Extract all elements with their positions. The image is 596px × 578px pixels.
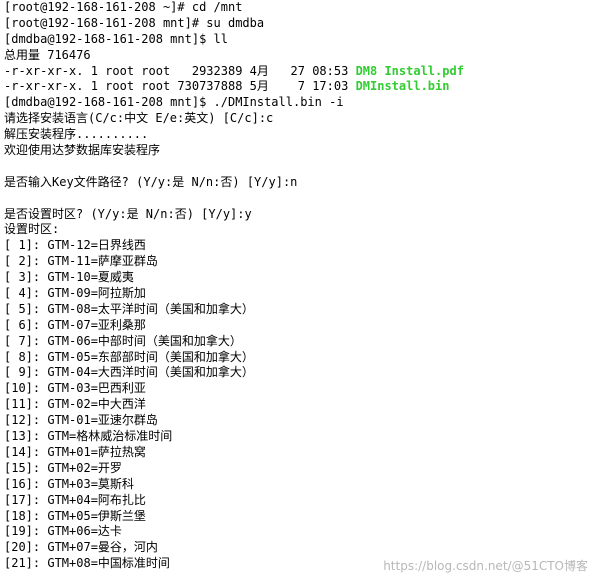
watermark: https://blog.csdn.net/@51CTO博客 <box>383 559 588 573</box>
terminal-line: [15]: GTM+02=开罗 <box>4 460 122 475</box>
terminal-line: [14]: GTM+01=萨拉热窝 <box>4 444 146 459</box>
terminal-line: [12]: GTM-01=亚速尔群岛 <box>4 413 158 428</box>
terminal-line: [dmdba@192-168-161-208 mnt]$ ll <box>4 31 228 46</box>
terminal-line: [ 2]: GTM-11=萨摩亚群岛 <box>4 254 158 269</box>
terminal-line: [ 5]: GTM-08=太平洋时间（美国和加拿大） <box>4 301 254 316</box>
terminal-line: [ 9]: GTM-04=大西洋时间（美国和加拿大） <box>4 365 254 380</box>
terminal-line: [ 8]: GTM-05=东部部时间（美国和加拿大） <box>4 349 254 364</box>
terminal-line: [ 4]: GTM-09=阿拉斯加 <box>4 286 146 301</box>
terminal-line: [10]: GTM-03=巴西利亚 <box>4 381 146 396</box>
file-name-highlight: DM8 Install.pdf <box>355 63 464 78</box>
terminal-line: [dmdba@192-168-161-208 mnt]$ ./DMInstall… <box>4 95 344 110</box>
terminal-line: [ 3]: GTM-10=夏威夷 <box>4 270 134 285</box>
terminal-window[interactable]: [root@192-168-161-208 ~]# cd /mnt [root@1… <box>0 0 596 578</box>
terminal-line: [11]: GTM-02=中大西洋 <box>4 397 146 412</box>
terminal-output: [root@192-168-161-208 ~]# cd /mnt [root@1… <box>4 0 592 572</box>
terminal-line: [ 1]: GTM-12=日界线西 <box>4 238 146 253</box>
terminal-line: -r-xr-xr-x. 1 root root 2932389 4月 27 08… <box>4 64 592 80</box>
terminal-line: 设置时区: <box>4 222 60 237</box>
file-listing-prefix: -r-xr-xr-x. 1 root root 730737888 5月 7 1… <box>4 79 356 94</box>
terminal-line: 是否设置时区? (Y/y:是 N/n:否) [Y/y]:y <box>4 206 252 221</box>
terminal-line: [19]: GTM+06=达卡 <box>4 524 122 539</box>
terminal-line: [13]: GTM=格林威治标准时间 <box>4 429 173 444</box>
terminal-line: 请选择安装语言(C/c:中文 E/e:英文) [C/c]:c <box>4 111 274 126</box>
terminal-line: [root@192-168-161-208 ~]# cd /mnt <box>4 0 243 14</box>
terminal-line: [ 6]: GTM-07=亚利桑那 <box>4 317 146 332</box>
file-name-highlight: DMInstall.bin <box>355 79 450 94</box>
terminal-line: [ 7]: GTM-06=中部时间（美国和加拿大） <box>4 333 242 348</box>
terminal-line: 欢迎使用达梦数据库安装程序 <box>4 143 161 158</box>
terminal-line: [18]: GTM+05=伊斯兰堡 <box>4 508 146 523</box>
file-listing-prefix: -r-xr-xr-x. 1 root root 2932389 4月 27 08… <box>4 63 356 78</box>
terminal-line: 是否输入Key文件路径? (Y/y:是 N/n:否) [Y/y]:n <box>4 174 298 189</box>
terminal-line: [root@192-168-161-208 mnt]# su dmdba <box>4 15 265 30</box>
terminal-line: [20]: GTM+07=曼谷，河内 <box>4 540 158 555</box>
terminal-line: 总用量 716476 <box>4 47 91 62</box>
terminal-line: 解压安装程序.......... <box>4 127 149 142</box>
terminal-line: -r-xr-xr-x. 1 root root 730737888 5月 7 1… <box>4 79 592 95</box>
terminal-line: [17]: GTM+04=阿布扎比 <box>4 492 146 507</box>
terminal-line: [16]: GTM+03=莫斯科 <box>4 476 134 491</box>
